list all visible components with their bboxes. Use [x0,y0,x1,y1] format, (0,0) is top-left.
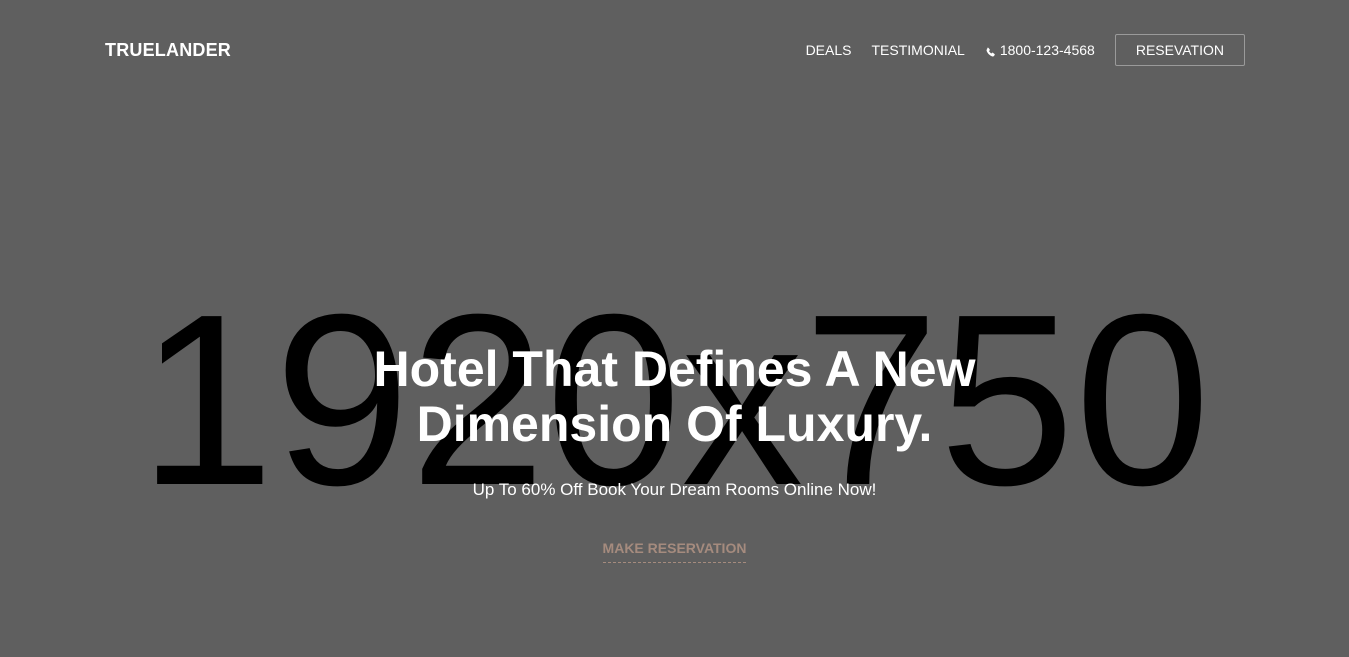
navbar: TRUELANDER DEALS TESTIMONIAL 1800-123-45… [105,34,1245,66]
headline-line-2: Dimension Of Luxury. [416,396,933,452]
reservation-button[interactable]: RESEVATION [1114,34,1245,66]
hero-headline: Hotel That Defines A New Dimension Of Lu… [0,342,1349,452]
nav-menu: DEALS TESTIMONIAL 1800-123-4568 RESEVATI… [806,34,1245,66]
cta-container: MAKE RESERVATION [0,540,1349,563]
hero-subtitle: Up To 60% Off Book Your Dream Rooms Onli… [472,480,877,499]
phone-icon [985,45,996,56]
nav-link-deals[interactable]: DEALS [806,42,852,58]
phone-number: 1800-123-4568 [999,42,1095,58]
headline-line-1: Hotel That Defines A New [373,341,976,397]
nav-link-testimonial[interactable]: TESTIMONIAL [871,42,964,58]
brand-logo[interactable]: TRUELANDER [105,40,231,61]
hero-section: 1920x750 TRUELANDER DEALS TESTIMONIAL 18… [0,0,1349,657]
nav-phone-link[interactable]: 1800-123-4568 [985,42,1095,58]
make-reservation-link[interactable]: MAKE RESERVATION [602,540,747,563]
